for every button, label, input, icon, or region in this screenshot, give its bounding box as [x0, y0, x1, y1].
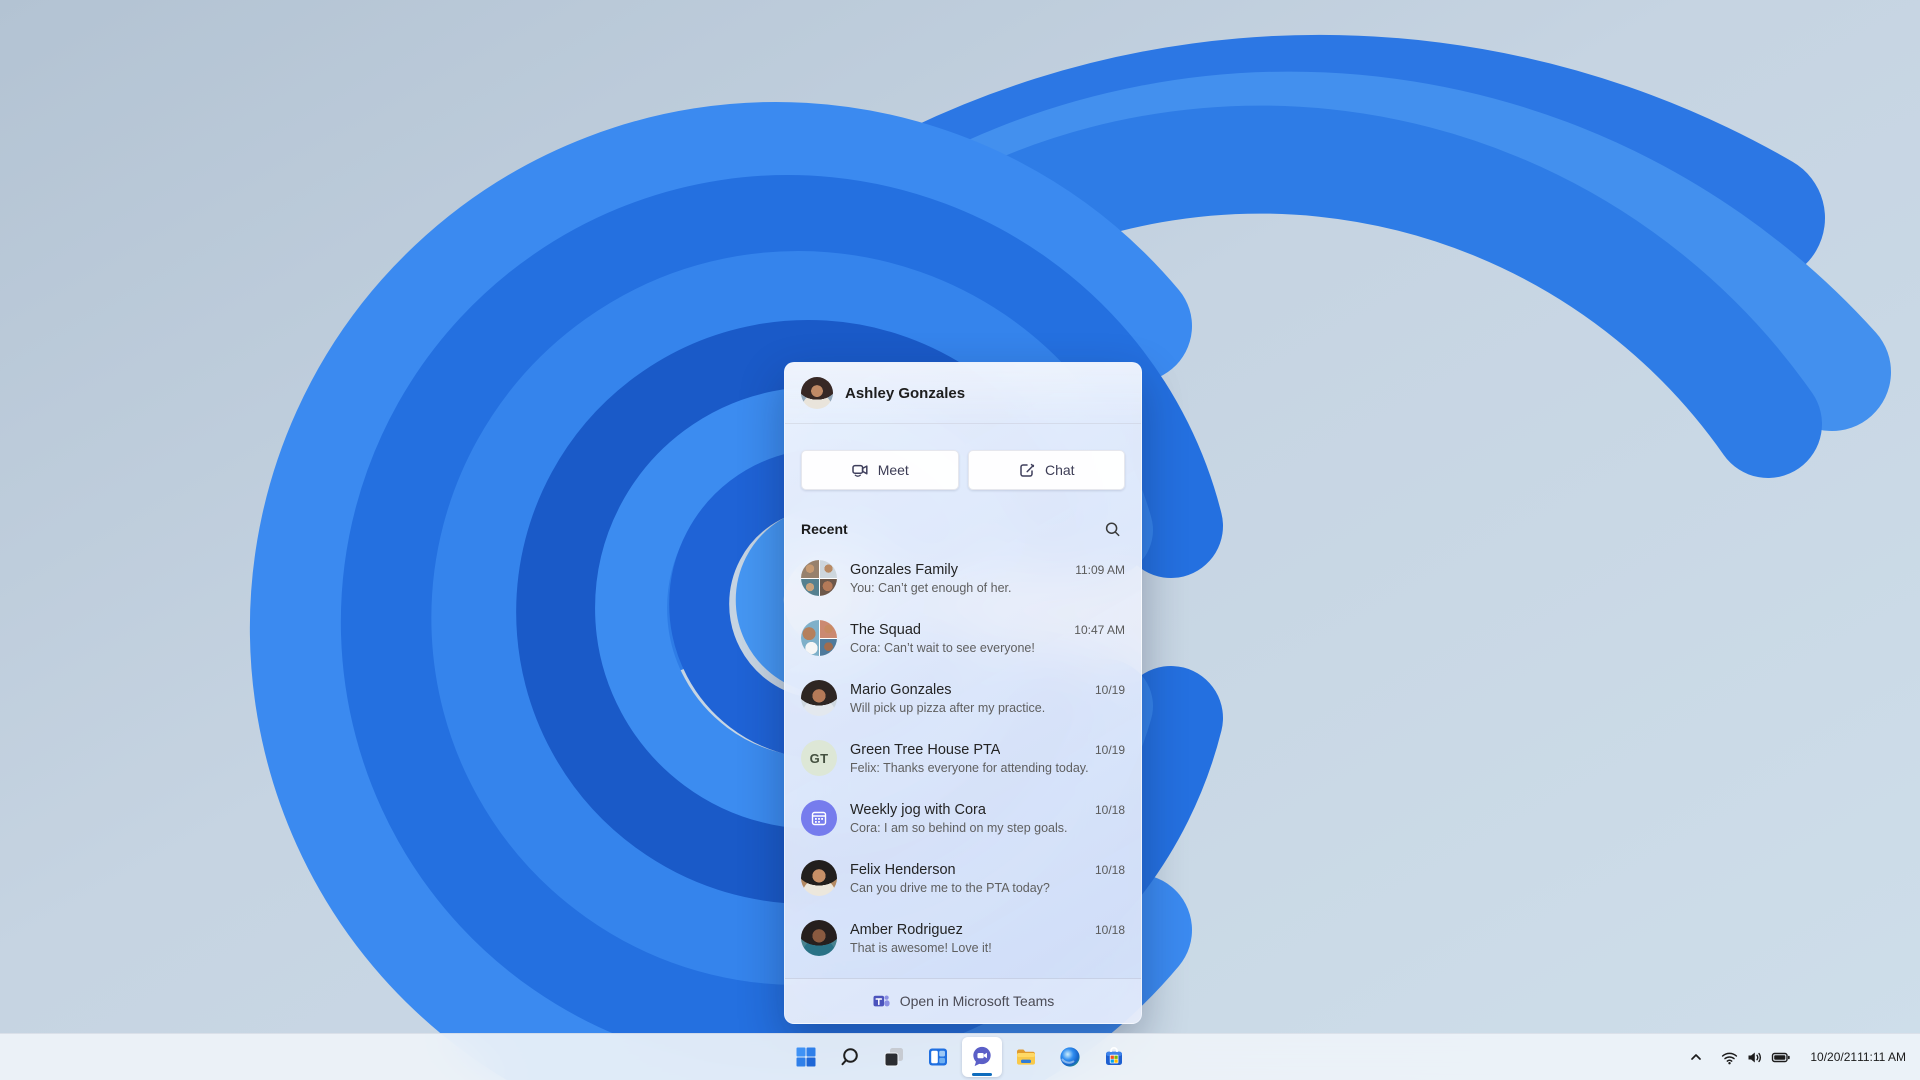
teams-chat-icon	[973, 1046, 991, 1067]
chat-button-label: Chat	[1044, 462, 1075, 478]
conversation-avatar	[801, 800, 837, 836]
tray-time: 11:11 AM	[1857, 1049, 1906, 1064]
conversation-name: Green Tree House PTA	[850, 741, 1001, 758]
system-tray: 10/20/21 11:11 AM	[1681, 1034, 1916, 1080]
flyout-header: Ashley Gonzales	[785, 363, 1141, 424]
taskbar-store-button[interactable]	[1094, 1037, 1134, 1077]
teams-chat-flyout: Ashley Gonzales Meet Chat Recent Gonzale…	[784, 362, 1142, 1024]
conversation-row[interactable]: Weekly jog with Cora 10/18 Cora: I am so b…	[785, 788, 1141, 848]
open-in-teams-button[interactable]: Open in Microsoft Teams	[785, 978, 1141, 1023]
conversation-preview: Can you drive me to the PTA today?	[850, 880, 1050, 895]
conversation-name: Amber Rodriguez	[850, 921, 963, 938]
conversation-preview: Cora: I am so behind on my step goals.	[850, 820, 1068, 835]
store-icon	[1106, 1047, 1122, 1065]
conversation-avatar	[801, 560, 837, 596]
user-avatar	[801, 377, 833, 409]
conversation-time: 11:09 AM	[1075, 562, 1125, 577]
open-in-teams-label: Open in Microsoft Teams	[899, 993, 1055, 1009]
conversation-avatar	[801, 920, 837, 956]
conversation-time: 10/19	[1094, 682, 1125, 697]
conversation-text: Gonzales Family 11:09 AM You: Can’t get en…	[850, 562, 1125, 595]
taskbar: 10/20/21 11:11 AM	[0, 1033, 1920, 1080]
compose-icon	[1020, 463, 1035, 477]
conversation-time: 10/19	[1094, 742, 1125, 757]
conversation-text: Mario Gonzales 10/19 Will pick up pizza af…	[850, 682, 1125, 715]
avatar-initials: GT	[809, 750, 829, 766]
conversation-name: Felix Henderson	[850, 861, 956, 878]
recent-list: Gonzales Family 11:09 AM You: Can’t get en…	[785, 548, 1141, 968]
task-view-icon	[884, 1048, 903, 1067]
conversation-text: Amber Rodriguez 10/18 That is awesome! Lov…	[850, 922, 1125, 955]
conversation-name: Gonzales Family	[850, 561, 958, 578]
chat-button[interactable]: Chat	[967, 450, 1125, 490]
search-icon	[841, 1048, 858, 1066]
battery-icon	[1772, 1052, 1791, 1062]
meet-button[interactable]: Meet	[801, 450, 959, 490]
taskbar-file-explorer-button[interactable]	[1006, 1037, 1046, 1077]
conversation-name: The Squad	[850, 621, 921, 638]
taskbar-start-button[interactable]	[786, 1037, 826, 1077]
widgets-icon	[929, 1048, 947, 1066]
conversation-row[interactable]: GT Green Tree House PTA 10/19 Felix: Thanks…	[785, 728, 1141, 788]
tray-chevron-button[interactable]	[1681, 1037, 1711, 1077]
conversation-name: Weekly jog with Cora	[850, 801, 986, 818]
tray-clock[interactable]: 10/20/21 11:11 AM	[1800, 1037, 1916, 1077]
conversation-row[interactable]: Mario Gonzales 10/19 Will pick up pizza af…	[785, 668, 1141, 728]
conversation-preview: Cora: Can’t wait to see everyone!	[850, 640, 1035, 655]
search-icon[interactable]	[1099, 516, 1125, 542]
conversation-row[interactable]: Felix Henderson 10/18 Can you drive me to …	[785, 848, 1141, 908]
conversation-row[interactable]: Amber Rodriguez 10/18 That is awesome! Lov…	[785, 908, 1141, 968]
volume-icon	[1748, 1052, 1762, 1062]
windows-logo-icon	[796, 1047, 816, 1067]
tray-status-cluster[interactable]	[1711, 1037, 1800, 1077]
calendar-icon	[811, 811, 827, 826]
conversation-avatar: GT	[801, 740, 837, 776]
user-name: Ashley Gonzales	[845, 384, 966, 402]
video-camera-icon	[851, 464, 868, 477]
conversation-preview: Felix: Thanks everyone for attending tod…	[850, 760, 1089, 775]
conversation-preview: That is awesome! Love it!	[850, 940, 992, 955]
conversation-preview: Will pick up pizza after my practice.	[850, 700, 1046, 715]
tray-date: 10/20/21	[1810, 1049, 1858, 1064]
conversation-time: 10:47 AM	[1074, 622, 1125, 637]
conversation-avatar	[801, 620, 837, 656]
taskbar-search-button[interactable]	[830, 1037, 870, 1077]
conversation-avatar	[801, 680, 837, 716]
conversation-text: Green Tree House PTA 10/19 Felix: Thanks e…	[850, 742, 1125, 775]
taskbar-chat-button[interactable]	[962, 1037, 1002, 1077]
recent-heading: Recent	[801, 521, 848, 537]
conversation-time: 10/18	[1094, 862, 1125, 877]
conversation-time: 10/18	[1094, 922, 1125, 937]
taskbar-edge-button[interactable]	[1050, 1037, 1090, 1077]
conversation-preview: You: Can’t get enough of her.	[850, 580, 1012, 595]
taskbar-task-view-button[interactable]	[874, 1037, 914, 1077]
conversation-row[interactable]: The Squad 10:47 AM Cora: Can’t wait to see…	[785, 608, 1141, 668]
conversation-text: The Squad 10:47 AM Cora: Can’t wait to see…	[850, 622, 1125, 655]
active-app-indicator	[972, 1073, 992, 1076]
wifi-icon	[1722, 1052, 1738, 1064]
conversation-avatar	[801, 860, 837, 896]
conversation-text: Weekly jog with Cora 10/18 Cora: I am so b…	[850, 802, 1125, 835]
teams-logo-icon	[873, 995, 890, 1006]
conversation-name: Mario Gonzales	[850, 681, 952, 698]
chevron-up-icon	[1691, 1054, 1702, 1060]
conversation-text: Felix Henderson 10/18 Can you drive me to …	[850, 862, 1125, 895]
conversation-time: 10/18	[1094, 802, 1125, 817]
meet-button-label: Meet	[877, 462, 909, 478]
taskbar-widgets-button[interactable]	[918, 1037, 958, 1077]
conversation-row[interactable]: Gonzales Family 11:09 AM You: Can’t get en…	[785, 548, 1141, 608]
edge-icon	[1060, 1047, 1080, 1067]
file-explorer-icon	[1017, 1049, 1035, 1065]
